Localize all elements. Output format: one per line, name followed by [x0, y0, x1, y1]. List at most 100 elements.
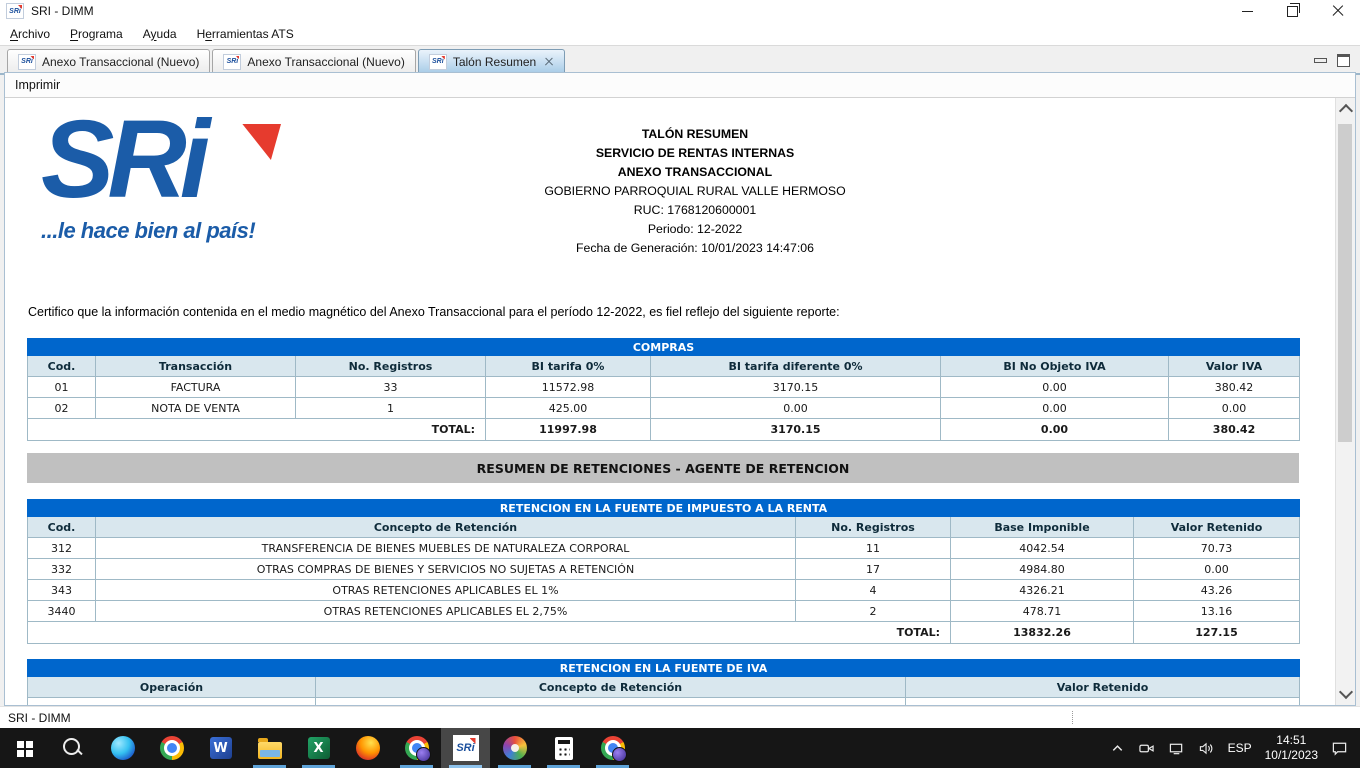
- report-viewport: SRi ...le hace bien al país! TALÓN RESUM…: [5, 98, 1355, 705]
- talon-resumen-document: SRi ...le hace bien al país! TALÓN RESUM…: [5, 98, 1355, 705]
- minimize-button[interactable]: [1225, 0, 1270, 22]
- restore-icon: [1287, 6, 1298, 17]
- tab-anexo-transaccional-1[interactable]: SRi Anexo Transaccional (Nuevo): [7, 49, 210, 73]
- action-center-icon[interactable]: [1331, 740, 1348, 756]
- clock-time: 14:51: [1265, 733, 1318, 748]
- search-icon: [63, 738, 80, 755]
- retencion-renta-table: RETENCION EN LA FUENTE DE IMPUESTO A LA …: [27, 499, 1300, 644]
- header-ruc: RUC: 1768120600001: [385, 201, 1005, 220]
- language-indicator[interactable]: ESP: [1228, 741, 1252, 755]
- header-generation-date: Fecha de Generación: 10/01/2023 14:47:06: [385, 239, 1005, 258]
- header-entity: SERVICIO DE RENTAS INTERNAS: [385, 144, 1005, 163]
- clock-date: 10/1/2023: [1265, 748, 1318, 763]
- header-period: Periodo: 12-2022: [385, 220, 1005, 239]
- tab-label: Anexo Transaccional (Nuevo): [42, 55, 199, 69]
- scroll-down-icon[interactable]: [1339, 685, 1353, 699]
- minimize-icon: [1242, 11, 1253, 12]
- start-button[interactable]: [0, 728, 49, 768]
- col-header: Base Imponible: [951, 517, 1134, 538]
- word-icon: W: [210, 737, 232, 759]
- col-header: Valor Retenido: [906, 677, 1300, 698]
- statusbar-divider: [1072, 711, 1073, 724]
- taskbar-calculator[interactable]: [539, 728, 588, 768]
- col-header: Concepto de Retención: [316, 677, 906, 698]
- tab-bar: SRi Anexo Transaccional (Nuevo) SRi Anex…: [0, 45, 1360, 75]
- menu-herramientas-ats[interactable]: Herramientas ATS: [187, 24, 304, 44]
- status-bar: SRI - DIMM: [0, 706, 1360, 729]
- app-icon: SRi: [6, 3, 24, 19]
- total-label: TOTAL:: [28, 419, 486, 441]
- col-header: BI tarifa 0%: [486, 356, 651, 377]
- table-row: 312 TRANSFERENCIA DE BIENES MUEBLES DE N…: [28, 538, 1300, 559]
- vertical-scrollbar[interactable]: [1335, 98, 1355, 705]
- certification-text: Certifico que la información contenida e…: [28, 305, 840, 319]
- sri-logo-slogan: ...le hace bien al país!: [41, 218, 311, 244]
- table-row: 01 FACTURA 33 11572.98 3170.15 0.00 380.…: [28, 377, 1300, 398]
- maximize-view-icon[interactable]: [1337, 54, 1350, 67]
- scroll-up-icon[interactable]: [1339, 104, 1353, 118]
- taskbar-sri-dimm[interactable]: SRi: [441, 728, 490, 768]
- total-label: TOTAL:: [28, 622, 951, 644]
- profile-badge-icon: [612, 747, 627, 762]
- sri-logo: SRi ...le hace bien al país!: [41, 110, 311, 244]
- col-header: BI No Objeto IVA: [941, 356, 1169, 377]
- tab-label: Talón Resumen: [453, 55, 536, 69]
- table-row: 3440 OTRAS RETENCIONES APLICABLES EL 2,7…: [28, 601, 1300, 622]
- toolbar: Imprimir: [5, 73, 1355, 98]
- app-window: SRi SRI - DIMM Archivo Programa Ayuda He…: [0, 0, 1360, 768]
- taskbar-search-button[interactable]: [49, 728, 98, 768]
- chrome-icon: [160, 736, 184, 760]
- taskbar-word[interactable]: W: [196, 728, 245, 768]
- system-tray: ESP 14:51 10/1/2023: [1110, 733, 1360, 763]
- col-header: Valor Retenido: [1134, 517, 1300, 538]
- taskbar-paint[interactable]: [490, 728, 539, 768]
- header-annex: ANEXO TRANSACCIONAL: [385, 163, 1005, 182]
- renta-total-row: TOTAL: 13832.26 127.15: [28, 622, 1300, 644]
- table-row: 02 NOTA DE VENTA 1 425.00 0.00 0.00 0.00: [28, 398, 1300, 419]
- compras-title: COMPRAS: [28, 339, 1300, 356]
- col-header: Cod.: [28, 517, 96, 538]
- taskbar-excel[interactable]: X: [294, 728, 343, 768]
- tab-label: Anexo Transaccional (Nuevo): [247, 55, 404, 69]
- header-taxpayer: GOBIERNO PARROQUIAL RURAL VALLE HERMOSO: [385, 182, 1005, 201]
- document-header: TALÓN RESUMEN SERVICIO DE RENTAS INTERNA…: [385, 125, 1005, 258]
- menu-bar: Archivo Programa Ayuda Herramientas ATS: [0, 22, 1360, 45]
- taskbar-chrome-profile-2[interactable]: [588, 728, 637, 768]
- close-button[interactable]: [1315, 0, 1360, 22]
- sri-tab-icon: SRi: [223, 54, 241, 70]
- sri-tab-icon: SRi: [429, 54, 447, 70]
- menu-programa[interactable]: Programa: [60, 24, 133, 44]
- table-row: [28, 698, 1300, 706]
- menu-archivo[interactable]: Archivo: [0, 24, 60, 44]
- col-header: Cod.: [28, 356, 96, 377]
- minimize-view-icon[interactable]: [1314, 58, 1327, 63]
- taskbar-chrome[interactable]: [147, 728, 196, 768]
- taskbar-file-explorer[interactable]: [245, 728, 294, 768]
- firefox-icon: [356, 736, 380, 760]
- tab-close-icon[interactable]: [544, 57, 554, 67]
- volume-icon[interactable]: [1198, 741, 1215, 756]
- calculator-icon: [555, 737, 573, 760]
- paint-icon: [503, 736, 527, 760]
- print-button[interactable]: Imprimir: [15, 78, 60, 92]
- resumen-retenciones-bar: RESUMEN DE RETENCIONES - AGENTE DE RETEN…: [27, 453, 1299, 483]
- taskbar-firefox[interactable]: [343, 728, 392, 768]
- taskbar-chrome-profile[interactable]: [392, 728, 441, 768]
- tab-anexo-transaccional-2[interactable]: SRi Anexo Transaccional (Nuevo): [212, 49, 415, 73]
- hidden-icons-chevron[interactable]: [1110, 741, 1125, 756]
- scrollbar-thumb[interactable]: [1338, 124, 1352, 442]
- restore-button[interactable]: [1270, 0, 1315, 22]
- menu-ayuda[interactable]: Ayuda: [133, 24, 187, 44]
- col-header: Concepto de Retención: [96, 517, 796, 538]
- tab-talon-resumen[interactable]: SRi Talón Resumen: [418, 49, 565, 73]
- status-text: SRI - DIMM: [8, 711, 71, 725]
- taskbar-edge[interactable]: [98, 728, 147, 768]
- renta-title: RETENCION EN LA FUENTE DE IMPUESTO A LA …: [28, 500, 1300, 517]
- close-icon: [1332, 5, 1344, 17]
- meet-now-icon[interactable]: [1138, 741, 1155, 756]
- clock[interactable]: 14:51 10/1/2023: [1265, 733, 1318, 763]
- file-explorer-icon: [258, 742, 282, 759]
- col-header: Operación: [28, 677, 316, 698]
- col-header: No. Registros: [796, 517, 951, 538]
- network-icon[interactable]: [1168, 741, 1185, 756]
